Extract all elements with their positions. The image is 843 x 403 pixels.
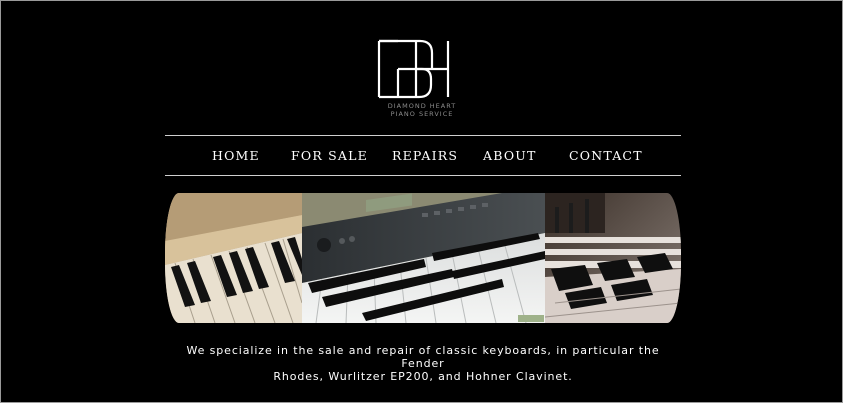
tagline-line2: Rhodes, Wurlitzer EP200, and Hohner Clav… bbox=[273, 370, 573, 383]
piano-keys-closeup-photo bbox=[545, 193, 681, 323]
nav-repairs[interactable]: REPAIRS bbox=[392, 148, 458, 163]
intro-tagline: We specialize in the sale and repair of … bbox=[165, 344, 681, 383]
synthesizer-keyboard-photo bbox=[302, 193, 545, 323]
dh-monogram-icon bbox=[377, 39, 450, 99]
brand-name-line2: PIANO SERVICE bbox=[390, 110, 454, 118]
site-logo[interactable]: DIAMOND HEART PIANO SERVICE bbox=[361, 37, 483, 123]
main-nav: HOME FOR SALE REPAIRS ABOUT CONTACT bbox=[165, 136, 681, 175]
upright-piano-keys-photo bbox=[165, 193, 302, 323]
nav-about[interactable]: ABOUT bbox=[483, 148, 537, 163]
nav-for-sale[interactable]: FOR SALE bbox=[291, 148, 368, 163]
nav-bottom-divider bbox=[165, 175, 681, 176]
nav-contact[interactable]: CONTACT bbox=[569, 148, 643, 163]
hero-banner bbox=[165, 193, 681, 323]
nav-home[interactable]: HOME bbox=[212, 148, 260, 163]
brand-name-line1: DIAMOND HEART bbox=[387, 102, 457, 110]
page: DIAMOND HEART PIANO SERVICE HOME FOR SAL… bbox=[0, 0, 843, 403]
tagline-line1: We specialize in the sale and repair of … bbox=[186, 344, 660, 370]
